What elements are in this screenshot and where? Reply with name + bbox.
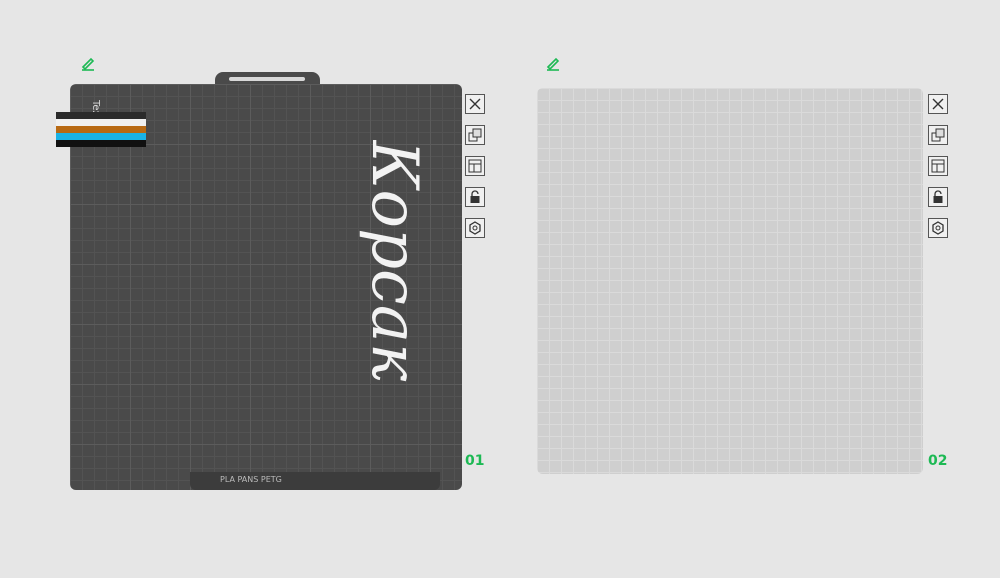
plate-2-arrange-button[interactable] [928, 125, 948, 145]
axis-origin [60, 476, 64, 480]
bear-ear-left-inner [106, 228, 130, 252]
arrange-icon [931, 128, 945, 142]
filament-layer-2 [56, 119, 146, 126]
plate-1-close-button[interactable] [465, 94, 485, 114]
layout-icon [468, 159, 482, 173]
filament-layer-3 [56, 126, 146, 133]
arrange-icon [468, 128, 482, 142]
bear-nose [195, 282, 215, 308]
filament-layer-4 [56, 133, 146, 140]
silhouette-hole [620, 430, 630, 440]
bear-paw-bottom-pad [322, 362, 348, 388]
plate-1-toolbar [465, 94, 487, 249]
plate-2-toolbar [928, 94, 950, 249]
plate-2-settings-button[interactable] [928, 218, 948, 238]
plates-view: PLA PANS PETG Text Корсак 01 02 [0, 0, 1000, 578]
bear-ear-right-inner [127, 367, 143, 383]
plate-1-settings-button[interactable] [465, 218, 485, 238]
filament-layer-5 [56, 140, 146, 147]
plate-1-arrange-button[interactable] [465, 125, 485, 145]
layout-icon [931, 159, 945, 173]
bear-eye-left [172, 266, 184, 278]
model-text: Корсак [357, 140, 431, 382]
settings-icon [932, 221, 944, 235]
close-icon [932, 98, 944, 110]
plate-1-lock-button[interactable] [465, 187, 485, 207]
lock-icon [933, 190, 943, 203]
filament-layer-1 [56, 112, 146, 119]
plate-2-close-button[interactable] [928, 94, 948, 114]
bear-paw-top-pad [318, 193, 342, 217]
plate-1-footer: PLA PANS PETG [190, 472, 440, 490]
lock-icon [470, 190, 480, 203]
plate-1-number: 01 [465, 453, 485, 469]
plate-2-layout-button[interactable] [928, 156, 948, 176]
close-icon [469, 98, 481, 110]
filament-stack [56, 112, 146, 147]
edit-plate-1-icon[interactable] [80, 55, 96, 71]
plate-2-lock-button[interactable] [928, 187, 948, 207]
bear-eye-right [180, 319, 192, 331]
plate-2-number: 02 [928, 453, 948, 469]
plate-1-filename: PLA PANS PETG [220, 475, 282, 484]
edit-plate-2-icon[interactable] [545, 55, 561, 71]
settings-icon [469, 221, 481, 235]
plate-1-layout-button[interactable] [465, 156, 485, 176]
